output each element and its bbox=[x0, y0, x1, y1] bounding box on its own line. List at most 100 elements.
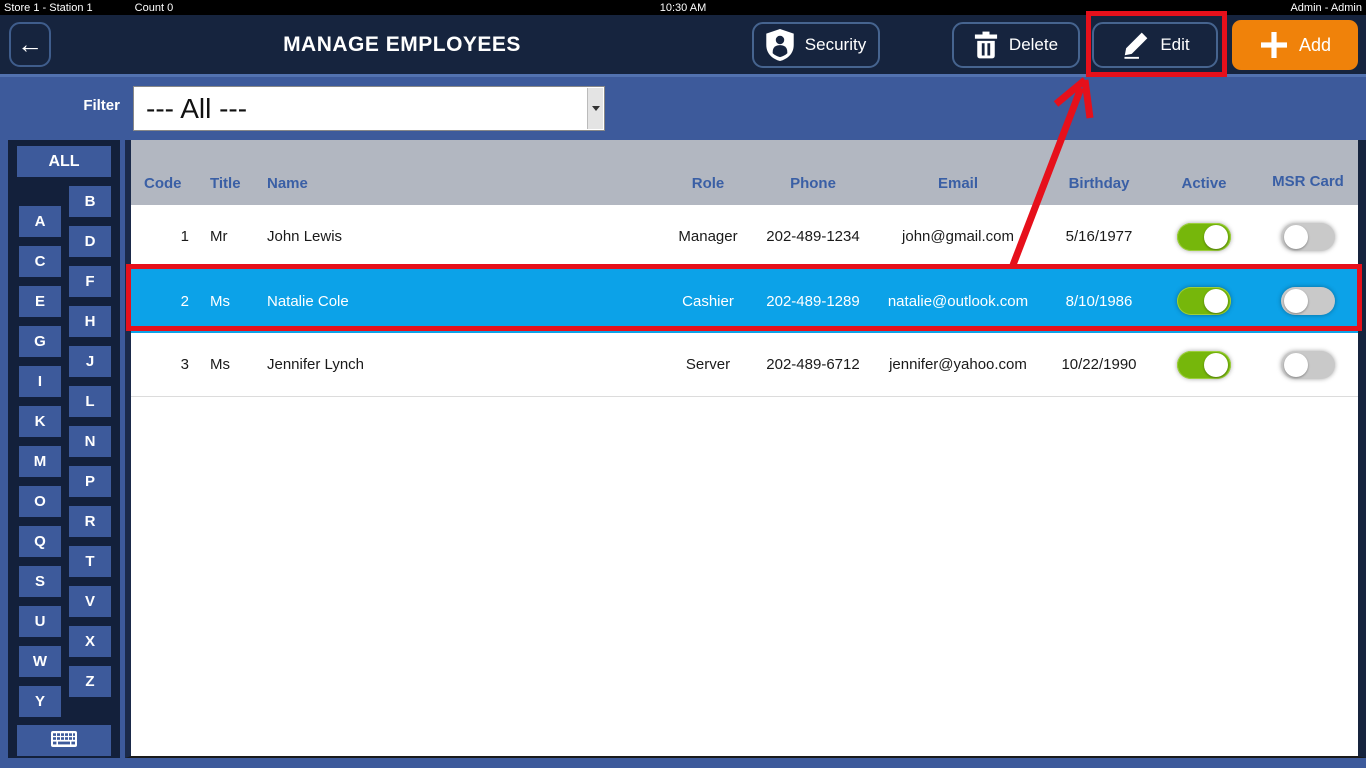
edit-button[interactable]: Edit bbox=[1092, 22, 1218, 68]
add-button-label: Add bbox=[1298, 34, 1332, 55]
letter-button[interactable]: N bbox=[69, 426, 111, 457]
msr-card-toggle[interactable] bbox=[1281, 350, 1335, 379]
letter-button[interactable]: I bbox=[19, 366, 61, 397]
caret-down-icon[interactable] bbox=[587, 88, 603, 129]
active-toggle[interactable] bbox=[1177, 350, 1231, 379]
column-header-phone: Phone bbox=[790, 175, 836, 192]
cell-code: 2 bbox=[180, 292, 189, 310]
toggle-knob bbox=[1284, 289, 1308, 313]
table-body: 1 Mr John Lewis Manager 202-489-1234 joh… bbox=[131, 205, 1358, 397]
alphabet-sidebar: ALL ABCDEFGHIJKLMNOPQRSTUVWXYZ bbox=[8, 140, 120, 758]
column-header-role: Role bbox=[691, 175, 725, 192]
shield-user-icon bbox=[766, 29, 794, 61]
back-arrow-icon: ← bbox=[17, 29, 43, 59]
cell-phone: 202-489-6712 bbox=[766, 356, 860, 373]
logged-in-user-label: Admin - Admin bbox=[1290, 1, 1362, 14]
toggle-knob bbox=[1204, 289, 1228, 313]
cell-name: John Lewis bbox=[267, 228, 343, 245]
letter-button[interactable]: M bbox=[19, 446, 61, 477]
keyboard-icon bbox=[51, 731, 77, 750]
letter-button[interactable]: V bbox=[69, 586, 111, 617]
cell-name: Natalie Cole bbox=[267, 292, 349, 310]
letter-button[interactable]: J bbox=[69, 346, 111, 377]
filter-bar: Filter --- All --- bbox=[0, 80, 1366, 140]
letter-button[interactable]: B bbox=[69, 186, 111, 217]
count-label: Count 0 bbox=[134, 1, 174, 14]
letter-button[interactable]: Q bbox=[19, 526, 61, 557]
cell-title: Ms bbox=[210, 356, 230, 373]
table-row[interactable]: 3 Ms Jennifer Lynch Server 202-489-6712 … bbox=[131, 333, 1358, 397]
cell-birthday: 8/10/1986 bbox=[1065, 292, 1133, 310]
cell-title: Ms bbox=[210, 292, 230, 310]
letter-button[interactable]: Y bbox=[19, 686, 61, 717]
header-bar: ← MANAGE EMPLOYEES Security Delete Edit … bbox=[0, 15, 1366, 77]
active-toggle[interactable] bbox=[1177, 222, 1231, 251]
add-button[interactable]: Add bbox=[1232, 20, 1358, 70]
table-row[interactable]: 2 Ms Natalie Cole Cashier 202-489-1289 n… bbox=[131, 269, 1358, 333]
active-toggle[interactable] bbox=[1177, 287, 1231, 315]
letter-button[interactable]: U bbox=[19, 606, 61, 637]
cell-code: 3 bbox=[180, 356, 189, 373]
clock-label: 10:30 AM bbox=[659, 1, 707, 14]
msr-card-toggle[interactable] bbox=[1281, 287, 1335, 315]
letter-button[interactable]: O bbox=[19, 486, 61, 517]
cell-email: john@gmail.com bbox=[902, 228, 1014, 245]
letter-button[interactable]: K bbox=[19, 406, 61, 437]
letter-button-list: ABCDEFGHIJKLMNOPQRSTUVWXYZ bbox=[19, 186, 111, 717]
back-button[interactable]: ← bbox=[9, 22, 51, 67]
filter-dropdown[interactable]: --- All --- bbox=[133, 86, 605, 131]
security-button-label: Security bbox=[804, 35, 867, 54]
toggle-knob bbox=[1284, 352, 1308, 377]
letter-button[interactable]: A bbox=[19, 206, 61, 237]
cell-role: Manager bbox=[678, 228, 738, 245]
letter-button[interactable]: T bbox=[69, 546, 111, 577]
column-header-birthday: Birthday bbox=[1068, 175, 1130, 192]
letter-button[interactable]: P bbox=[69, 466, 111, 497]
column-header-msr-card: MSR Card bbox=[1272, 173, 1344, 191]
cell-active bbox=[1150, 222, 1258, 251]
cell-active bbox=[1150, 287, 1258, 315]
letter-button[interactable]: L bbox=[69, 386, 111, 417]
delete-button[interactable]: Delete bbox=[952, 22, 1080, 68]
cell-msr-card bbox=[1258, 287, 1358, 315]
cell-name: Jennifer Lynch bbox=[267, 356, 365, 373]
letter-button[interactable]: W bbox=[19, 646, 61, 677]
status-bar: Store 1 - Station 1 Count 0 10:30 AM Adm… bbox=[0, 0, 1366, 15]
letter-button[interactable]: S bbox=[19, 566, 61, 597]
trash-icon bbox=[974, 31, 998, 59]
letter-button[interactable]: X bbox=[69, 626, 111, 657]
page-title: MANAGE EMPLOYEES bbox=[283, 32, 521, 56]
store-station-label: Store 1 - Station 1 bbox=[4, 1, 93, 14]
letter-button[interactable]: G bbox=[19, 326, 61, 357]
filter-all-button[interactable]: ALL bbox=[17, 146, 111, 177]
security-button[interactable]: Security bbox=[752, 22, 880, 68]
letter-button[interactable]: R bbox=[69, 506, 111, 537]
cell-active bbox=[1150, 350, 1258, 379]
delete-button-label: Delete bbox=[1008, 35, 1059, 54]
pencil-icon bbox=[1120, 31, 1149, 60]
toggle-knob bbox=[1204, 352, 1228, 377]
table-header-row: Code Title Name Role Phone Email Birthda… bbox=[131, 140, 1358, 205]
edit-button-label: Edit bbox=[1160, 35, 1190, 54]
cell-phone: 202-489-1289 bbox=[766, 292, 860, 310]
employee-table: Code Title Name Role Phone Email Birthda… bbox=[125, 140, 1366, 758]
cell-title: Mr bbox=[210, 228, 228, 245]
cell-email: jennifer@yahoo.com bbox=[889, 356, 1027, 373]
toggle-knob bbox=[1204, 224, 1228, 249]
column-header-active: Active bbox=[1181, 175, 1227, 192]
letter-button[interactable]: E bbox=[19, 286, 61, 317]
plus-icon bbox=[1259, 30, 1289, 60]
toggle-knob bbox=[1284, 224, 1308, 249]
letter-button[interactable]: C bbox=[19, 246, 61, 277]
cell-phone: 202-489-1234 bbox=[766, 228, 860, 245]
letter-button[interactable]: D bbox=[69, 226, 111, 257]
cell-email: natalie@outlook.com bbox=[887, 292, 1029, 310]
letter-button[interactable]: H bbox=[69, 306, 111, 337]
letter-button[interactable]: F bbox=[69, 266, 111, 297]
letter-button[interactable]: Z bbox=[69, 666, 111, 697]
msr-card-toggle[interactable] bbox=[1281, 222, 1335, 251]
table-row[interactable]: 1 Mr John Lewis Manager 202-489-1234 joh… bbox=[131, 205, 1358, 269]
keyboard-button[interactable] bbox=[17, 725, 111, 756]
column-header-name: Name bbox=[267, 175, 308, 192]
column-header-title: Title bbox=[210, 175, 241, 192]
